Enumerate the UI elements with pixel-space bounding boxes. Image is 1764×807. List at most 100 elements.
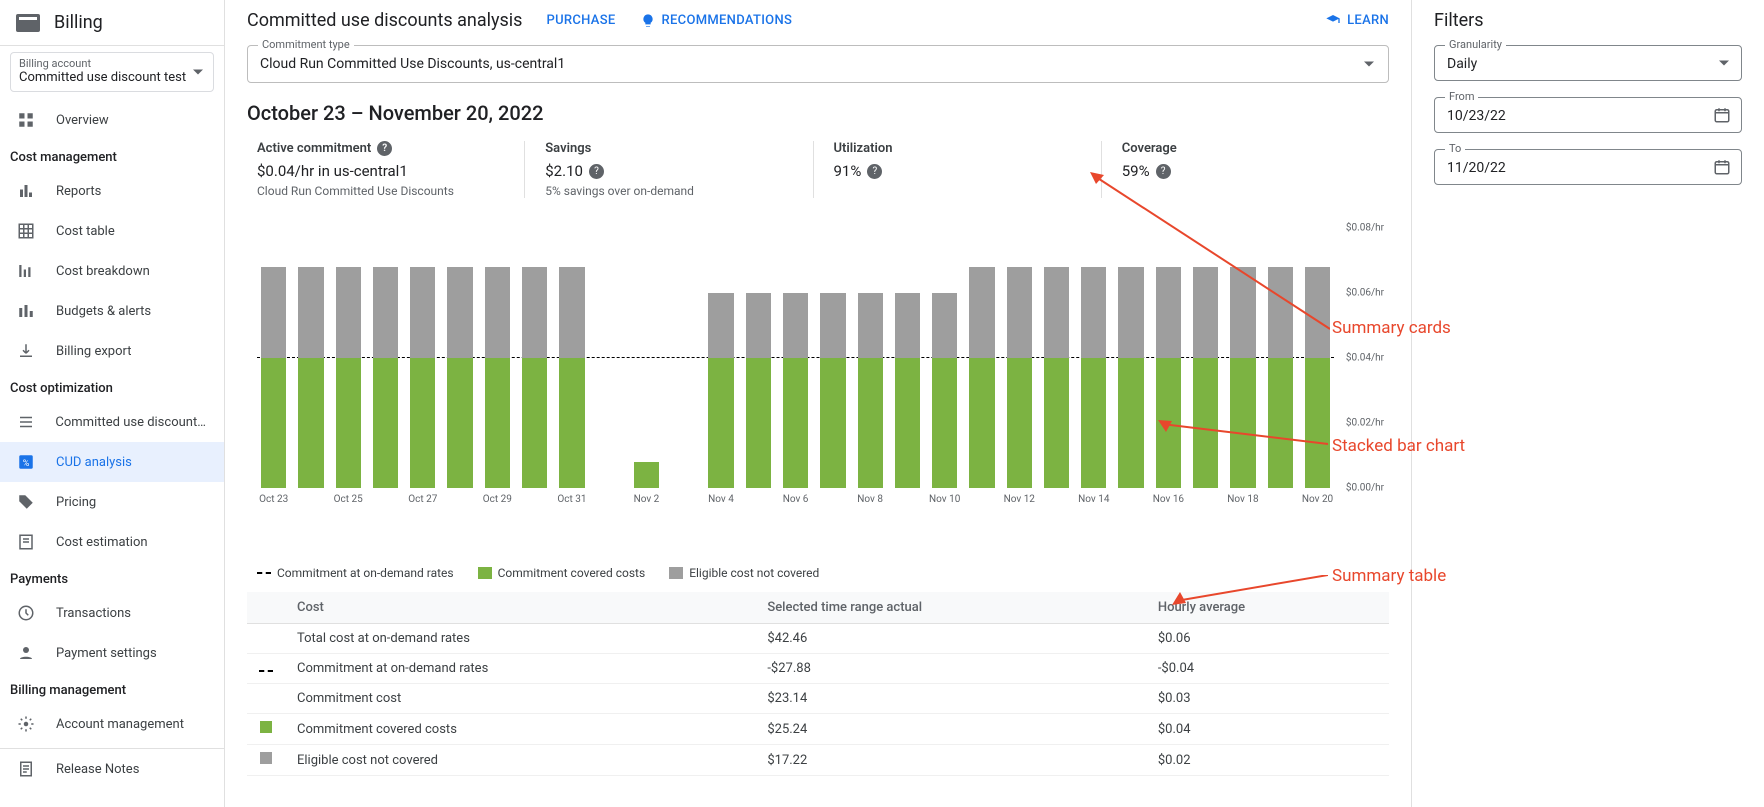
main: Committed use discounts analysis PURCHAS… [225, 0, 1764, 807]
billing-account-label: Billing account [19, 57, 205, 70]
export-icon [16, 341, 36, 361]
table-row: Commitment covered costs$25.24$0.04 [247, 714, 1389, 745]
percent-icon: % [16, 452, 36, 472]
filters-panel: Filters Granularity Daily From 10/23/22 … [1412, 0, 1764, 807]
sidebar-item-label: Payment settings [56, 646, 157, 661]
sidebar-item-cost-estimation[interactable]: Cost estimation [0, 522, 224, 562]
help-icon[interactable]: ? [377, 141, 392, 156]
to-label: To [1445, 142, 1465, 155]
learn-button[interactable]: LEARN [1325, 13, 1389, 29]
sidebar-item-account-management[interactable]: Account management [0, 704, 224, 744]
sidebar-item-payment-settings[interactable]: Payment settings [0, 633, 224, 673]
table-row: Commitment at on-demand rates-$27.88-$0.… [247, 654, 1389, 684]
to-date-field[interactable]: To 11/20/22 [1434, 149, 1742, 185]
card-subtext: 5% savings over on-demand [545, 184, 792, 198]
bar-chart-icon [16, 181, 36, 201]
billing-account-select[interactable]: Billing account Committed use discount t… [10, 52, 214, 92]
card-value: $0.04/hr in us-central1 [257, 162, 408, 180]
sidebar-item-label: Budgets & alerts [56, 304, 151, 319]
sidebar-item-label: Cost estimation [56, 535, 148, 550]
table-row: Commitment cost$23.14$0.03 [247, 684, 1389, 714]
sidebar-item-label: Pricing [56, 495, 96, 510]
commitment-type-label: Commitment type [258, 38, 354, 51]
sidebar-item-budgets[interactable]: Budgets & alerts [0, 291, 224, 331]
table-row: Total cost at on-demand rates$42.46$0.06 [247, 624, 1389, 654]
notes-icon [16, 759, 36, 779]
from-value: 10/23/22 [1447, 108, 1506, 124]
to-value: 11/20/22 [1447, 160, 1506, 176]
sidebar-item-label: Reports [56, 184, 101, 199]
card-active-commitment: Active commitment? $0.04/hr in us-centra… [257, 141, 524, 198]
gray-swatch [669, 567, 683, 579]
svg-text:%: % [23, 459, 30, 469]
card-coverage: Coverage 59%? [1101, 141, 1389, 198]
sidebar-item-billing-export[interactable]: Billing export [0, 331, 224, 371]
granularity-select[interactable]: Granularity Daily [1434, 45, 1742, 81]
product-title: Billing [54, 12, 103, 33]
from-label: From [1445, 90, 1478, 103]
table-header-avg: Hourly average [1146, 592, 1389, 624]
budgets-icon [16, 301, 36, 321]
sidebar-item-cost-breakdown[interactable]: Cost breakdown [0, 251, 224, 291]
table-header-cost: Cost [285, 592, 755, 624]
sidebar-item-release-notes[interactable]: Release Notes [0, 748, 224, 789]
stacked-bar-chart: $0.00/hr$0.02/hr$0.04/hr$0.06/hr$0.08/hr… [247, 228, 1389, 518]
list-icon [16, 412, 35, 432]
sidebar: Billing Billing account Committed use di… [0, 0, 225, 807]
page-header: Committed use discounts analysis PURCHAS… [247, 0, 1389, 45]
table-row: Eligible cost not covered$17.22$0.02 [247, 745, 1389, 776]
legend-commitment-line: Commitment at on-demand rates [257, 566, 454, 580]
recommendations-button[interactable]: RECOMMENDATIONS [640, 13, 793, 29]
legend-covered: Commitment covered costs [478, 566, 646, 580]
calendar-icon [1713, 158, 1731, 176]
sidebar-item-label: Release Notes [56, 762, 139, 777]
table-icon [16, 221, 36, 241]
green-swatch [478, 567, 492, 579]
help-icon[interactable]: ? [1156, 164, 1171, 179]
dash-swatch [257, 572, 271, 574]
card-title: Savings [545, 141, 591, 156]
help-icon[interactable]: ? [589, 164, 604, 179]
card-value: 59% [1122, 162, 1150, 180]
sidebar-item-cost-table[interactable]: Cost table [0, 211, 224, 251]
table-header-actual: Selected time range actual [755, 592, 1146, 624]
estimate-icon [16, 532, 36, 552]
legend-not-covered: Eligible cost not covered [669, 566, 819, 580]
help-icon[interactable]: ? [867, 164, 882, 179]
nav-section-cost-optimization: Cost optimization [0, 371, 224, 402]
sidebar-item-reports[interactable]: Reports [0, 171, 224, 211]
nav-section-payments: Payments [0, 562, 224, 593]
from-date-field[interactable]: From 10/23/22 [1434, 97, 1742, 133]
nav-section-cost-management: Cost management [0, 140, 224, 171]
person-icon [16, 643, 36, 663]
sidebar-item-label: CUD analysis [56, 455, 132, 470]
sidebar-item-overview[interactable]: Overview [0, 100, 224, 140]
summary-cards: Active commitment? $0.04/hr in us-centra… [247, 141, 1389, 208]
card-value: 91% [834, 162, 862, 180]
sidebar-item-transactions[interactable]: Transactions [0, 593, 224, 633]
granularity-value: Daily [1447, 56, 1477, 72]
card-savings: Savings $2.10? 5% savings over on-demand [524, 141, 812, 198]
card-subtext: Cloud Run Committed Use Discounts [257, 184, 504, 198]
card-value: $2.10 [545, 162, 583, 180]
purchase-button[interactable]: PURCHASE [546, 13, 615, 28]
commitment-type-select[interactable]: Commitment type Cloud Run Committed Use … [247, 45, 1389, 83]
chart-legend: Commitment at on-demand rates Commitment… [247, 566, 1389, 592]
breakdown-icon [16, 261, 36, 281]
chevron-down-icon [1364, 62, 1374, 67]
content: Committed use discounts analysis PURCHAS… [225, 0, 1412, 807]
sidebar-item-cud-analysis[interactable]: % CUD analysis [0, 442, 224, 482]
tag-icon [16, 492, 36, 512]
clock-icon [16, 603, 36, 623]
sidebar-item-pricing[interactable]: Pricing [0, 482, 224, 522]
calendar-icon [1713, 106, 1731, 124]
learn-icon [1325, 13, 1341, 29]
chevron-down-icon [193, 70, 203, 75]
billing-icon [16, 14, 40, 32]
summary-table: Cost Selected time range actual Hourly a… [247, 592, 1389, 776]
filters-title: Filters [1434, 10, 1742, 31]
card-utilization: Utilization 91%? [813, 141, 1101, 198]
overview-icon [16, 110, 36, 130]
date-range-title: October 23 – November 20, 2022 [247, 101, 1389, 125]
sidebar-item-cud[interactable]: Committed use discounts… [0, 402, 224, 442]
